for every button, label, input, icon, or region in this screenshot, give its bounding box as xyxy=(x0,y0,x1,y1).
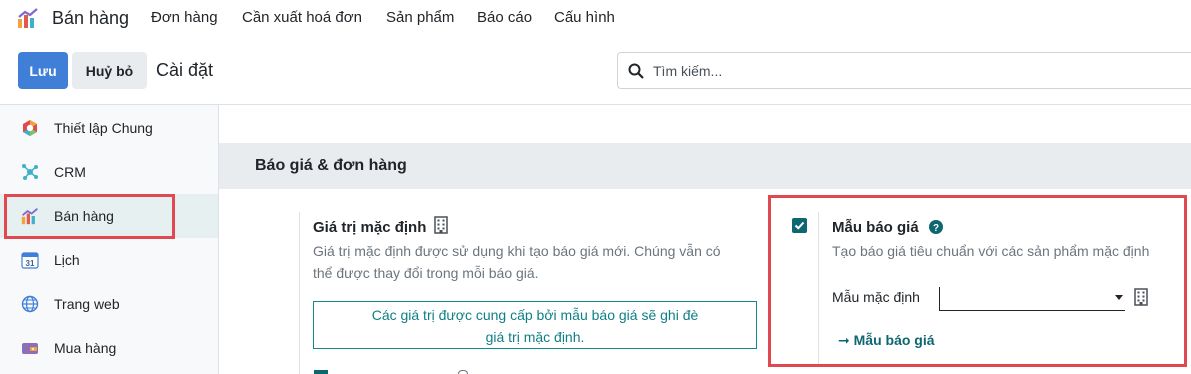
sidebar-item-label: Trang web xyxy=(54,296,120,312)
info-alert: Các giá trị được cung cấp bởi mẫu báo gi… xyxy=(313,301,757,349)
chevron-down-icon[interactable] xyxy=(1115,295,1123,300)
sidebar-item-label: Thiết lập Chung xyxy=(54,120,153,136)
menu-products[interactable]: Sản phẩm xyxy=(386,9,454,26)
default-template-label: Mẫu mặc định xyxy=(832,289,920,305)
company-building-icon xyxy=(1134,288,1148,306)
purchase-card-icon xyxy=(22,343,38,354)
sidebar-item-sales[interactable]: Bán hàng xyxy=(0,194,218,238)
app-name[interactable]: Bán hàng xyxy=(52,8,129,29)
svg-text:31: 31 xyxy=(26,259,35,268)
top-navbar: Bán hàng Đơn hàng Cần xuất hoá đơn Sản p… xyxy=(0,0,1191,36)
default-values-desc-line2: thể được thay đổi trong mỗi báo giá. xyxy=(313,265,539,281)
menu-orders[interactable]: Đơn hàng xyxy=(151,9,218,26)
sidebar-item-label: Bán hàng xyxy=(54,208,114,224)
crm-network-icon xyxy=(22,164,38,180)
info-alert-line1: Các giá trị được cung cấp bởi mẫu báo gi… xyxy=(371,307,699,323)
sidebar-item-label: Mua hàng xyxy=(54,340,117,356)
checkmark-icon xyxy=(794,221,805,230)
sidebar-item-calendar[interactable]: 31 Lịch xyxy=(0,238,218,282)
quotation-templates-desc: Tạo báo giá tiêu chuẩn với các sản phẩm … xyxy=(832,243,1150,259)
globe-icon xyxy=(21,295,39,313)
settings-sidebar: Thiết lập Chung CRM Bán hàng 31 Lịch Tra… xyxy=(0,105,219,374)
setting-left-border xyxy=(299,212,300,374)
quotation-templates-title: Mẫu báo giá xyxy=(832,219,919,236)
page-title: Cài đặt xyxy=(156,60,214,80)
arrow-right-icon: ➞ xyxy=(838,332,850,348)
info-alert-line2: giá trị mặc định. xyxy=(485,329,585,345)
search-input[interactable] xyxy=(653,53,1191,88)
search-bar[interactable] xyxy=(617,52,1191,89)
menu-configuration[interactable]: Cấu hình xyxy=(554,9,615,26)
svg-text:?: ? xyxy=(933,223,939,234)
sidebar-item-website[interactable]: Trang web xyxy=(0,282,218,326)
setting-highlight-box xyxy=(768,195,1187,367)
sidebar-item-label: Lịch xyxy=(54,252,80,268)
settings-hexagon-icon xyxy=(23,120,37,136)
default-template-select[interactable] xyxy=(939,287,1125,311)
setting-right-border xyxy=(818,212,819,364)
default-values-title: Giá trị mặc định xyxy=(313,219,427,236)
sidebar-item-crm[interactable]: CRM xyxy=(0,150,218,194)
question-circle-icon[interactable]: ? xyxy=(929,220,943,234)
save-button[interactable]: Lưu xyxy=(18,52,68,89)
quotation-templates-link-label: Mẫu báo giá xyxy=(853,332,935,348)
quotation-templates-checkbox[interactable] xyxy=(792,218,807,233)
menu-reports[interactable]: Báo cáo xyxy=(477,9,532,26)
discard-button[interactable]: Huỷ bỏ xyxy=(72,52,147,89)
sidebar-item-purchase[interactable]: Mua hàng xyxy=(0,326,218,370)
default-values-desc-line1: Giá trị mặc định được sử dụng khi tạo bá… xyxy=(313,243,721,259)
partial-checkbox[interactable] xyxy=(314,370,328,374)
calendar-31-icon: 31 xyxy=(21,252,39,269)
section-title: Báo giá & đơn hàng xyxy=(255,157,407,174)
quotation-templates-link[interactable]: ➞ Mẫu báo giá xyxy=(838,332,935,349)
sidebar-item-general-settings[interactable]: Thiết lập Chung xyxy=(0,106,218,150)
sidebar-item-label: CRM xyxy=(54,164,86,180)
menu-to-invoice[interactable]: Cần xuất hoá đơn xyxy=(242,9,362,26)
company-building-icon xyxy=(434,216,448,234)
section-header: Báo giá & đơn hàng xyxy=(219,143,1191,189)
sales-chart-icon[interactable] xyxy=(17,7,39,29)
search-icon xyxy=(628,63,644,79)
sales-chart-icon xyxy=(21,207,38,225)
partial-icon xyxy=(458,370,468,374)
